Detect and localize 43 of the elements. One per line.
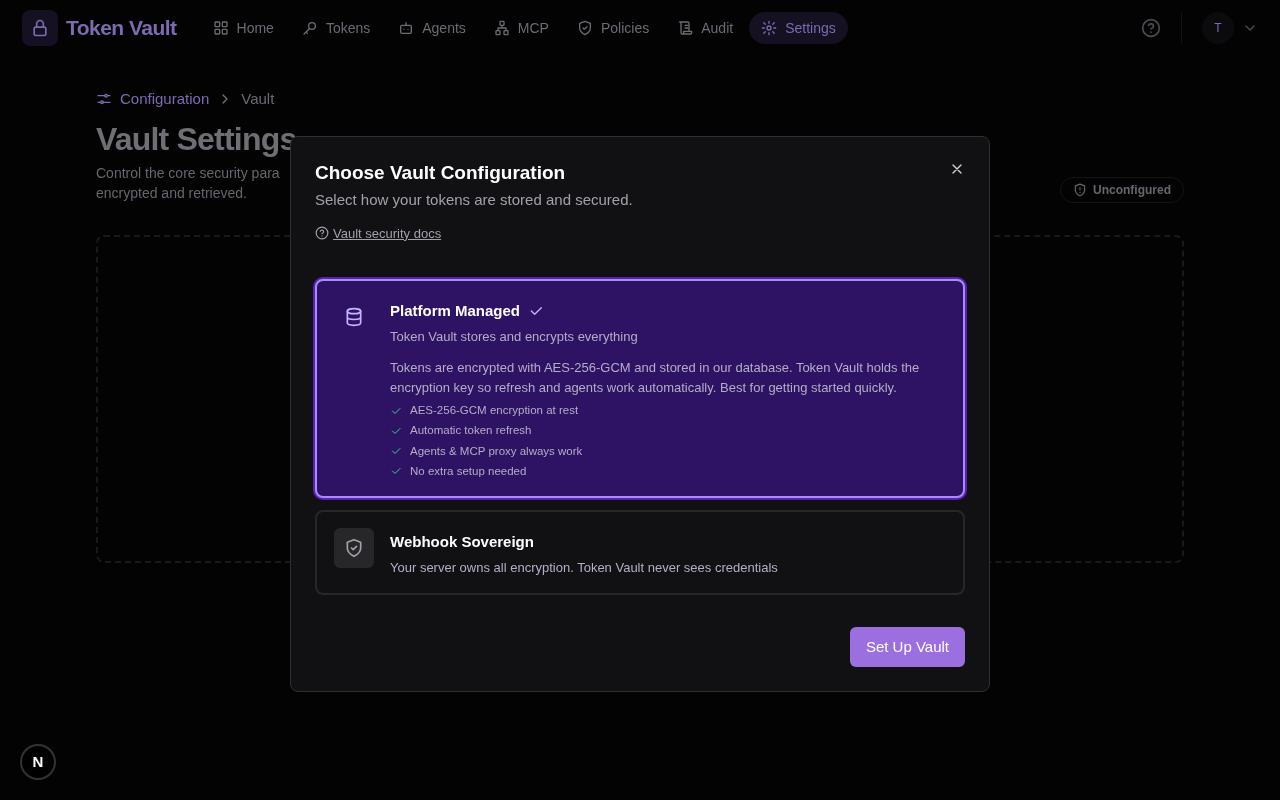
shield-icon	[576, 20, 593, 36]
network-icon	[493, 20, 510, 36]
scroll-icon	[677, 20, 694, 36]
nav-tab[interactable]: Tokens	[289, 12, 383, 44]
feature-text: AES-256-GCM encryption at rest	[410, 403, 579, 418]
nav-tab[interactable]: Home	[200, 12, 286, 44]
feature-text: Agents & MCP proxy always work	[410, 443, 583, 459]
page-title: Vault Settings	[96, 119, 297, 159]
page-description: encrypted and retrieved.	[96, 183, 248, 203]
option-card[interactable]: Webhook Sovereign Your server owns all encryption. Token Vault never sees credentials	[315, 510, 965, 595]
dialog-subtitle: Select how your tokens are stored and secured.	[315, 190, 634, 210]
breadcrumb-item[interactable]: Vault	[241, 88, 275, 111]
nav-tab[interactable]: Audit	[665, 12, 746, 44]
robot-icon	[398, 20, 415, 36]
nav-tab[interactable]: MCP	[481, 12, 561, 44]
option-summary: Token Vault stores and encrypts everything	[390, 327, 639, 346]
help-icon	[315, 226, 329, 241]
docs-link[interactable]: Vault security docs	[315, 223, 442, 243]
option-title: Webhook Sovereign	[390, 532, 534, 552]
nav-tab[interactable]: Settings	[749, 12, 848, 44]
setup-vault-button[interactable]: Set Up Vault	[849, 627, 965, 667]
option-title: Platform Managed	[390, 301, 521, 321]
settings-icon	[761, 20, 778, 36]
option-details: Tokens are encrypted with AES-256-GCM and stored in our database. Token Vault holds the encryption key so refresh and agents work automatically. Best for getting started quickly.	[390, 359, 921, 397]
nav-tab[interactable]: Policies	[564, 12, 662, 44]
help-icon	[1141, 18, 1161, 38]
database-icon	[344, 307, 364, 327]
option-card[interactable]	[315, 279, 965, 498]
dev-badge[interactable]: N	[20, 744, 56, 780]
breadcrumb-item[interactable]: Configuration	[120, 88, 210, 111]
user-avatar[interactable]: T	[1202, 12, 1234, 44]
dialog-title: Choose Vault Configuration	[315, 161, 566, 185]
feature-text: No extra setup needed	[410, 463, 527, 479]
feature-text: Automatic token refresh	[410, 423, 532, 439]
nav-tab[interactable]: Agents	[386, 12, 478, 44]
key-icon	[301, 20, 318, 36]
shield-alert-icon	[1073, 182, 1087, 197]
page-description: Control the core security para	[96, 163, 280, 183]
grid-icon	[212, 20, 229, 36]
lock-icon	[30, 18, 50, 38]
option-summary: Your server owns all encryption. Token Vault never sees credentials	[390, 558, 779, 577]
shield-check-icon	[344, 538, 364, 558]
app-name[interactable]: Token Vault	[66, 12, 177, 44]
